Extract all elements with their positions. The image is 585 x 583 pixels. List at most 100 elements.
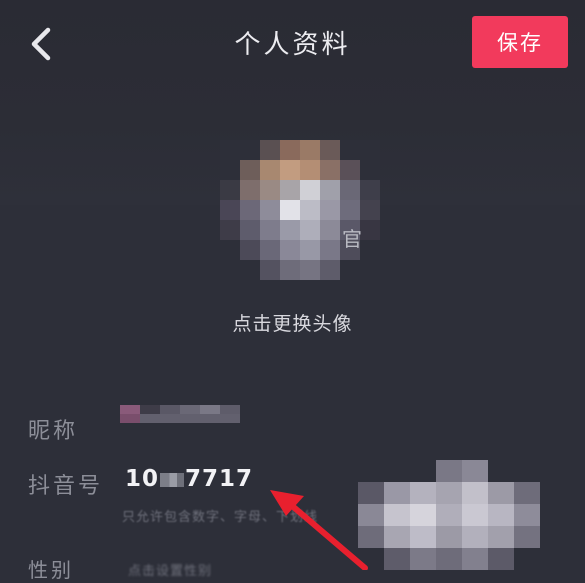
- avatar-pixel: [320, 180, 340, 200]
- douyin-id-prefix: 10: [125, 466, 160, 492]
- avatar-pixel: [340, 160, 360, 180]
- overlay-pixel: [384, 548, 410, 570]
- avatar-pixel: [240, 240, 260, 260]
- overlay-pixel: [410, 460, 436, 482]
- nickname-value-pixelated: [120, 405, 240, 423]
- change-avatar-link[interactable]: 点击更换头像: [0, 309, 585, 336]
- gender-label: 性别: [28, 558, 74, 582]
- avatar-pixel: [340, 260, 360, 280]
- avatar-pixel: [260, 240, 280, 260]
- avatar-pixel: [360, 180, 380, 200]
- avatar-pixel: [220, 260, 240, 280]
- verified-mark-icon: 官: [342, 227, 362, 251]
- overlay-pixel: [488, 548, 514, 570]
- overlay-pixel: [436, 460, 462, 482]
- overlay-pixel: [436, 482, 462, 504]
- avatar-pixel: [220, 220, 240, 240]
- nickname-pixel: [180, 405, 200, 414]
- avatar-pixel: [240, 260, 260, 280]
- avatar-pixel: [280, 260, 300, 280]
- nickname-pixel-column: [180, 405, 200, 423]
- avatar-pixel: [300, 200, 320, 220]
- avatar-pixel: [220, 200, 240, 220]
- nickname-pixel: [140, 414, 160, 423]
- avatar-pixel: [300, 140, 320, 160]
- avatar-pixel: [280, 200, 300, 220]
- overlay-pixel: [410, 526, 436, 548]
- nickname-pixel-column: [200, 405, 220, 423]
- avatar-pixel: [260, 140, 280, 160]
- nickname-pixel-column: [120, 405, 140, 423]
- overlay-pixel: [488, 460, 514, 482]
- overlay-pixel: [462, 548, 488, 570]
- avatar-pixel: [320, 160, 340, 180]
- nickname-pixel: [200, 405, 220, 414]
- avatar-pixel: [280, 240, 300, 260]
- douyin-id-label: 抖音号: [28, 474, 104, 499]
- nickname-pixel: [120, 414, 140, 423]
- avatar-pixel: [240, 200, 260, 220]
- avatar-pixel: [240, 220, 260, 240]
- overlay-pixel: [488, 504, 514, 526]
- overlay-pixel: [462, 504, 488, 526]
- avatar-pixel: [260, 260, 280, 280]
- pixelated-overlay: [358, 460, 540, 570]
- avatar-pixel: [280, 160, 300, 180]
- nickname-label: 昵称: [28, 419, 79, 444]
- avatar-pixel: [300, 220, 320, 240]
- avatar-pixel: [240, 160, 260, 180]
- avatar-pixel: [300, 260, 320, 280]
- save-button[interactable]: 保存: [472, 16, 568, 68]
- overlay-pixel: [384, 504, 410, 526]
- overlay-pixel: [384, 526, 410, 548]
- overlay-pixel: [514, 460, 540, 482]
- avatar-pixel: [320, 220, 340, 240]
- avatar-pixel: [360, 200, 380, 220]
- overlay-pixel: [514, 526, 540, 548]
- avatar-pixel: [280, 140, 300, 160]
- overlay-pixel: [462, 482, 488, 504]
- nickname-row[interactable]: [0, 400, 585, 452]
- avatar-pixel: [360, 260, 380, 280]
- nickname-pixel: [160, 405, 180, 414]
- avatar-pixel: [300, 160, 320, 180]
- avatar-image[interactable]: [220, 140, 380, 280]
- avatar-pixel: [320, 240, 340, 260]
- overlay-pixel: [462, 526, 488, 548]
- douyin-id-value: 10 7717: [125, 466, 253, 492]
- nickname-pixel: [120, 405, 140, 414]
- verified-mark-text: 官: [342, 227, 362, 251]
- avatar-pixel: [340, 140, 360, 160]
- avatar-pixel: [340, 200, 360, 220]
- avatar-pixel: [260, 220, 280, 240]
- avatar-pixel: [300, 240, 320, 260]
- avatar-pixel: [360, 160, 380, 180]
- avatar-pixel: [320, 260, 340, 280]
- nickname-pixel: [140, 405, 160, 414]
- nickname-pixel-column: [160, 405, 180, 423]
- avatar-pixel: [240, 140, 260, 160]
- nickname-pixel: [180, 414, 200, 423]
- avatar-pixel: [320, 200, 340, 220]
- douyin-id-suffix: 7717: [185, 466, 254, 492]
- overlay-pixel: [488, 526, 514, 548]
- overlay-pixel: [488, 482, 514, 504]
- overlay-pixel: [436, 548, 462, 570]
- overlay-pixel: [436, 526, 462, 548]
- avatar-pixel: [220, 240, 240, 260]
- nickname-pixel-column: [140, 405, 160, 423]
- avatar-pixel: [260, 200, 280, 220]
- overlay-pixel: [410, 504, 436, 526]
- nickname-pixel: [160, 414, 180, 423]
- avatar-pixel: [320, 140, 340, 160]
- avatar-pixel: [220, 140, 240, 160]
- overlay-pixel: [514, 548, 540, 570]
- avatar-pixel: [220, 160, 240, 180]
- avatar-pixel: [300, 180, 320, 200]
- avatar-pixel: [260, 180, 280, 200]
- avatar-pixel: [340, 180, 360, 200]
- annotation-arrow: [270, 490, 368, 570]
- avatar-pixel: [280, 180, 300, 200]
- avatar-pixel: [220, 180, 240, 200]
- overlay-pixel: [514, 504, 540, 526]
